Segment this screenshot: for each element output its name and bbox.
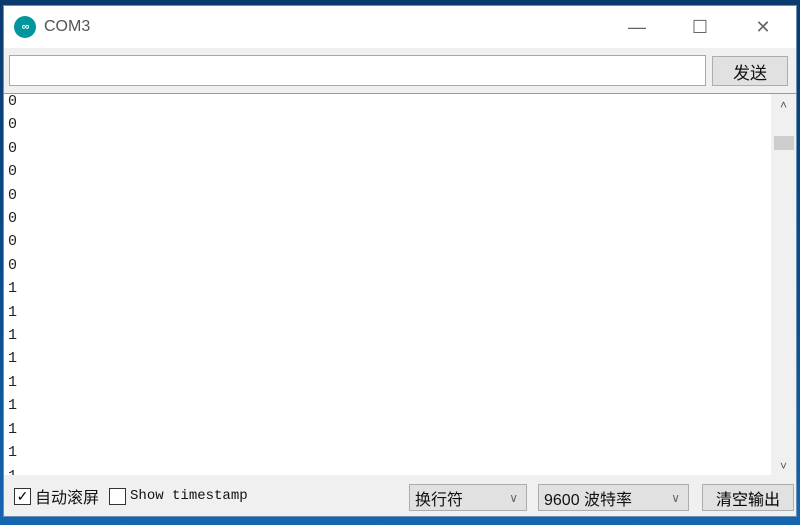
timestamp-checkbox[interactable] — [109, 487, 127, 505]
line-ending-select[interactable]: 换行符 ∨ — [409, 484, 527, 511]
output-lines: 0 0 0 0 0 0 0 0 1 1 1 1 1 1 1 1 1 — [8, 93, 18, 476]
send-row: 发送 — [4, 48, 796, 93]
serial-output[interactable]: 0 0 0 0 0 0 0 0 1 1 1 1 1 1 1 1 1 ˄ ˅ — [4, 93, 796, 475]
output-line: 0 — [8, 163, 18, 181]
output-line: 1 — [8, 420, 18, 438]
autoscroll-label: 自动滚屏 — [35, 490, 100, 507]
output-line: 1 — [8, 397, 18, 415]
chevron-down-icon: ∨ — [509, 490, 518, 505]
serial-monitor-window: ∞ COM3 — ☐ ✕ 发送 0 0 0 0 0 0 0 0 1 1 1 1 1 1 1 1 1 ˄ ˅ ✓ … — [3, 5, 797, 517]
output-line: 0 — [8, 186, 18, 204]
output-line: 0 — [8, 139, 18, 157]
scroll-up-icon[interactable]: ˄ — [771, 98, 796, 112]
output-line: 1 — [8, 465, 17, 476]
send-input[interactable] — [9, 55, 706, 86]
timestamp-label: Show timestamp — [130, 488, 248, 504]
close-button[interactable]: ✕ — [740, 6, 786, 48]
autoscroll-checkbox[interactable]: ✓ — [14, 487, 31, 505]
footer-bar: ✓ 自动滚屏 Show timestamp 换行符 ∨ 9600 波特率 ∨ 清… — [4, 476, 796, 516]
arduino-logo-icon: ∞ — [14, 16, 36, 38]
vertical-scrollbar[interactable]: ˄ ˅ — [771, 94, 796, 475]
output-line: 1 — [8, 350, 18, 368]
title-bar: ∞ COM3 — ☐ ✕ — [4, 6, 796, 48]
minimize-button[interactable]: — — [614, 6, 660, 48]
output-line: 0 — [8, 256, 18, 274]
output-line: 0 — [8, 93, 18, 110]
output-line: 0 — [8, 116, 18, 134]
output-line: 1 — [8, 303, 18, 321]
output-line: 1 — [8, 280, 18, 298]
output-line: 0 — [8, 233, 18, 251]
output-line: 1 — [8, 373, 18, 391]
clear-output-button[interactable]: 清空输出 — [702, 484, 794, 511]
baud-rate-select[interactable]: 9600 波特率 ∨ — [538, 484, 689, 511]
baud-rate-value: 9600 波特率 — [544, 491, 633, 509]
output-line: 1 — [8, 327, 18, 345]
maximize-button[interactable]: ☐ — [677, 6, 723, 48]
line-ending-value: 换行符 — [415, 491, 464, 509]
chevron-down-icon: ∨ — [671, 490, 680, 505]
output-line: 0 — [8, 210, 18, 228]
output-line: 1 — [8, 444, 18, 462]
scroll-thumb[interactable] — [774, 136, 794, 150]
window-title: COM3 — [44, 18, 91, 35]
send-button[interactable]: 发送 — [712, 56, 788, 86]
scroll-down-icon[interactable]: ˅ — [771, 459, 796, 473]
